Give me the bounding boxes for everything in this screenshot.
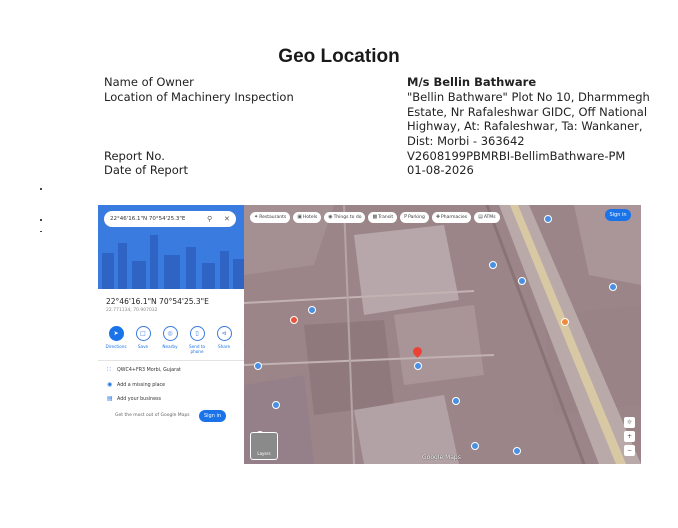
- chip-pharmacies[interactable]: ✚Pharmacies: [431, 212, 472, 223]
- search-text: 22°46'16.1"N 70°54'25.3"E: [110, 216, 186, 222]
- train-icon: ▩: [372, 214, 378, 220]
- scan-speck: [40, 188, 42, 190]
- report-no-value: V2608199PBMRBI-BellimBathware-PM: [407, 149, 626, 163]
- chip-atms[interactable]: ▤ATMs: [474, 212, 500, 223]
- fork-icon: ✦: [254, 214, 259, 220]
- add-place-icon: ◉: [107, 381, 113, 388]
- chip-things-to-do[interactable]: ◉Things to do: [324, 212, 366, 223]
- poi-marker[interactable]: [308, 306, 316, 314]
- scan-speck: [40, 231, 42, 232]
- panel-signin-button[interactable]: Sign in: [199, 410, 226, 422]
- poi-marker[interactable]: [254, 362, 262, 370]
- parking-icon: P: [404, 214, 408, 220]
- directions-icon: ➤: [108, 326, 124, 341]
- location-label: Location of Machinery Inspection: [104, 90, 294, 104]
- poi-marker[interactable]: [452, 397, 460, 405]
- add-missing-place-row[interactable]: ◉ Add a missing place: [107, 381, 165, 388]
- compass-icon[interactable]: ☼: [624, 417, 635, 428]
- poi-marker[interactable]: [518, 277, 526, 285]
- zoom-in-button[interactable]: +: [624, 431, 635, 442]
- bookmark-icon: □: [135, 326, 151, 341]
- scan-speck: [40, 219, 42, 221]
- promo-text: Get the most out of Google Maps: [115, 413, 190, 418]
- report-no-label: Report No.: [104, 149, 165, 163]
- satellite-map[interactable]: ✦Restaurants ▣Hotels ◉Things to do ▩Transit…: [244, 205, 641, 464]
- google-maps-logo: Google Maps: [422, 454, 461, 461]
- plus-code-row[interactable]: ∷ QWC4+FR3 Morbi, Gujarat: [107, 366, 181, 373]
- poi-marker[interactable]: [561, 318, 569, 326]
- place-actions: ➤ Directions □ Save ◎ Nearby ▯ Send to p…: [102, 326, 242, 360]
- nearby-button[interactable]: ◎ Nearby: [158, 326, 182, 349]
- place-coordinates: 22°46'16.1"N 70°54'25.3"E: [106, 297, 209, 306]
- owner-value: M/s Bellin Bathware: [407, 75, 537, 89]
- satellite-imagery: [244, 205, 641, 464]
- pill-icon: ✚: [435, 214, 441, 220]
- directions-button[interactable]: ➤ Directions: [104, 326, 128, 349]
- phone-icon: ▯: [189, 326, 205, 341]
- send-to-phone-button[interactable]: ▯ Send to phone: [185, 326, 209, 354]
- poi-marker[interactable]: [609, 283, 617, 291]
- layers-button[interactable]: Layers: [250, 432, 278, 460]
- location-value: "Bellin Bathware" Plot No 10, Dharmmegh …: [407, 90, 650, 148]
- save-button[interactable]: □ Save: [131, 326, 155, 349]
- poi-marker[interactable]: [290, 316, 298, 324]
- search-box[interactable]: 22°46'16.1"N 70°54'25.3"E ⚲ ✕: [104, 211, 236, 227]
- place-coordinates-decimal: 22.771134, 70.907032: [106, 308, 158, 313]
- place-hero-image: 22°46'16.1"N 70°54'25.3"E ⚲ ✕: [98, 205, 245, 289]
- nearby-icon: ◎: [162, 326, 178, 341]
- category-chips: ✦Restaurants ▣Hotels ◉Things to do ▩Transit…: [250, 212, 503, 224]
- add-business-row[interactable]: ▤ Add your business: [107, 395, 161, 402]
- atm-icon: ▤: [478, 214, 483, 220]
- poi-marker[interactable]: [414, 362, 422, 370]
- report-date-label: Date of Report: [104, 163, 189, 177]
- search-icon[interactable]: ⚲: [207, 211, 212, 227]
- business-icon: ▤: [107, 395, 113, 402]
- map-signin-button[interactable]: Sign in: [605, 209, 631, 221]
- poi-marker[interactable]: [544, 215, 552, 223]
- close-icon[interactable]: ✕: [224, 211, 230, 227]
- share-icon: ⊲: [216, 326, 232, 341]
- chip-restaurants[interactable]: ✦Restaurants: [250, 212, 291, 223]
- maps-screenshot: 22°46'16.1"N 70°54'25.3"E ⚲ ✕ 22°46'16.1…: [98, 205, 641, 464]
- chip-transit[interactable]: ▩Transit: [368, 212, 398, 223]
- poi-marker[interactable]: [272, 401, 280, 409]
- share-button[interactable]: ⊲ Share: [212, 326, 236, 349]
- zoom-out-button[interactable]: −: [624, 445, 635, 456]
- chip-hotels[interactable]: ▣Hotels: [293, 212, 322, 223]
- poi-marker[interactable]: [489, 261, 497, 269]
- place-panel: 22°46'16.1"N 70°54'25.3"E ⚲ ✕ 22°46'16.1…: [98, 205, 245, 464]
- chip-parking[interactable]: PParking: [400, 212, 429, 223]
- bed-icon: ▣: [297, 214, 302, 220]
- owner-label: Name of Owner: [104, 75, 194, 89]
- page-title: Geo Location: [278, 46, 400, 67]
- poi-marker[interactable]: [513, 447, 521, 455]
- plus-code-icon: ∷: [107, 366, 111, 373]
- divider: [98, 360, 245, 361]
- camera-icon: ◉: [328, 214, 333, 220]
- report-date-value: 01-08-2026: [407, 163, 474, 177]
- poi-marker[interactable]: [471, 442, 479, 450]
